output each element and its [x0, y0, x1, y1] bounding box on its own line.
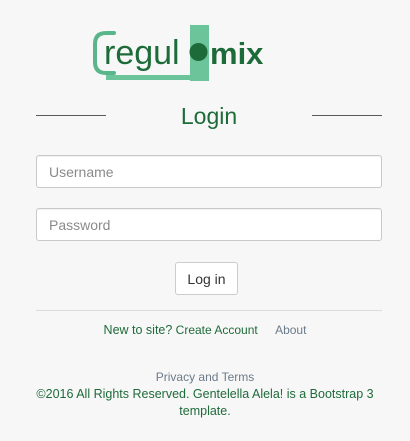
username-input[interactable]: [36, 155, 382, 188]
logo-dot: [189, 43, 208, 61]
login-heading-row: Login: [36, 100, 382, 132]
password-input[interactable]: [36, 208, 382, 241]
login-title: Login: [180, 103, 238, 129]
create-account-link[interactable]: Create Account: [176, 323, 258, 337]
new-to-site-text: New to site?: [103, 323, 173, 337]
signup-row: New to site? Create Account About: [0, 321, 410, 339]
logo-text-right: mix: [210, 36, 264, 71]
separator: [36, 310, 382, 311]
logo-baseline-bar: [106, 75, 209, 80]
logo-graphic: regul mix: [93, 25, 264, 81]
about-link[interactable]: About: [275, 323, 306, 337]
privacy-terms-link[interactable]: Privacy and Terms: [156, 368, 254, 386]
footer: Privacy and Terms ©2016 All Rights Reser…: [30, 368, 380, 420]
heading-line-right: [312, 115, 382, 116]
regulomix-logo: regul mix: [92, 24, 282, 82]
logo-text-left: regul: [104, 34, 180, 72]
copyright-text: ©2016 All Rights Reserved. Gentelella Al…: [36, 387, 374, 418]
login-button[interactable]: Log in: [175, 262, 238, 295]
